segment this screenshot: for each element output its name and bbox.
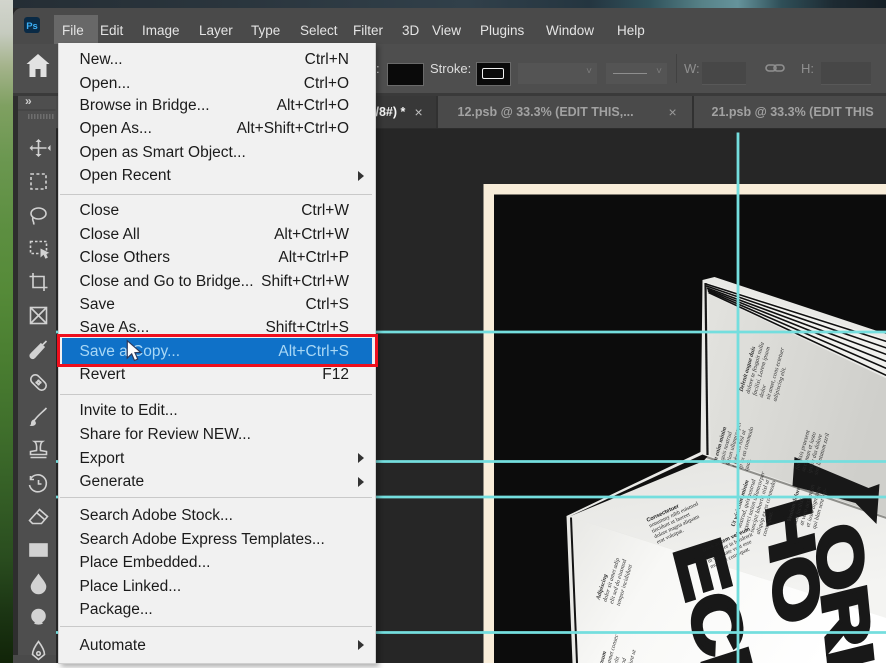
svg-text:»: » — [25, 94, 32, 108]
svg-text:ORI: ORI — [802, 516, 886, 663]
svg-text:Ps: Ps — [26, 21, 38, 32]
